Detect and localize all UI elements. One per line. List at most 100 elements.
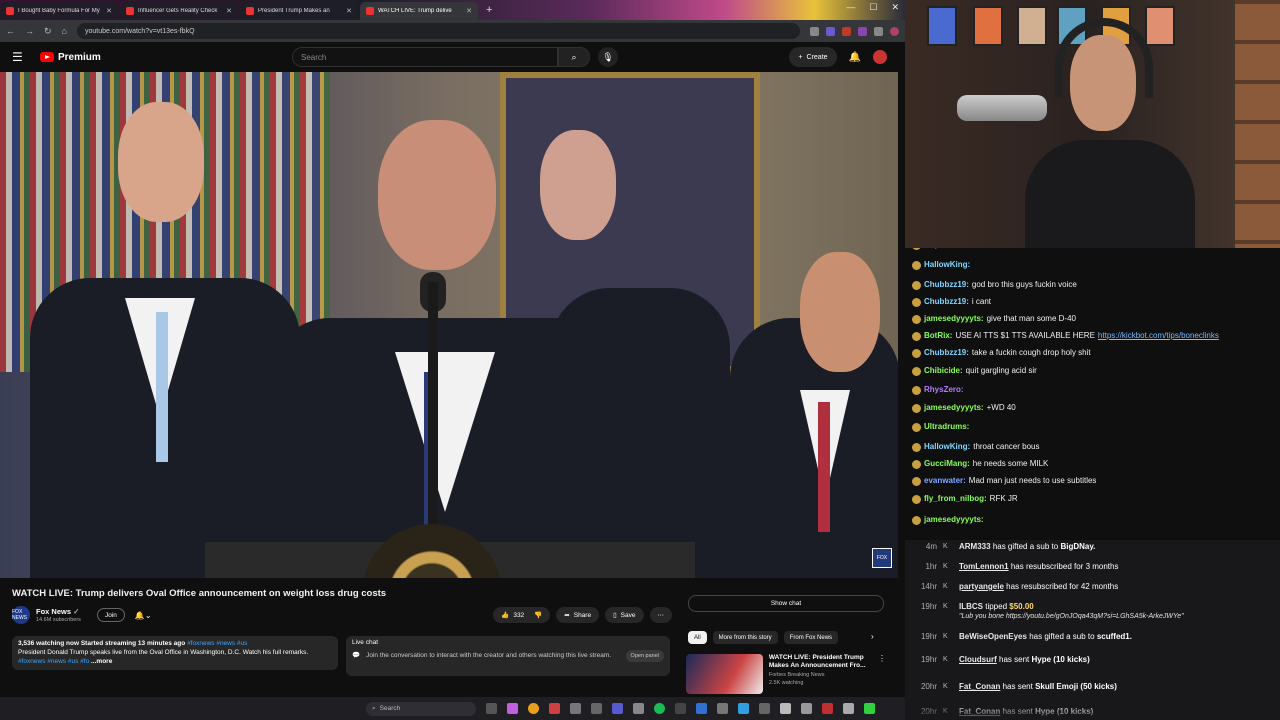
- chat-username[interactable]: RhysZero:: [924, 248, 964, 250]
- thumbs-down-icon[interactable]: 👎: [534, 611, 542, 619]
- show-more-link[interactable]: ...more: [91, 658, 112, 665]
- app-icon[interactable]: [801, 703, 812, 714]
- chat-username[interactable]: GucciMang:: [924, 459, 970, 469]
- app-icon[interactable]: [570, 703, 581, 714]
- notifications-bell-icon[interactable]: 🔔: [849, 52, 861, 63]
- recommended-thumbnail[interactable]: [686, 654, 763, 694]
- show-chat-button[interactable]: Show chat: [688, 595, 884, 612]
- activity-user[interactable]: ILBCS: [959, 602, 983, 611]
- recommended-title[interactable]: WATCH LIVE: President Trump Makes An Ann…: [769, 654, 872, 670]
- app-icon[interactable]: [759, 703, 770, 714]
- chat-username[interactable]: jamesedyyyyts:: [924, 403, 984, 413]
- app-icon[interactable]: [612, 703, 623, 714]
- activity-user[interactable]: Fat_Conan: [959, 682, 1000, 691]
- activity-user[interactable]: Cloudsurf: [959, 655, 997, 664]
- chat-username[interactable]: evanwater:: [924, 476, 966, 486]
- app-icon[interactable]: [633, 703, 644, 714]
- app-icon[interactable]: [507, 703, 518, 714]
- recommended-channel[interactable]: Forbes Breaking News: [769, 672, 872, 678]
- voice-search-button[interactable]: 🎙: [598, 47, 618, 67]
- chat-username[interactable]: Chubbzz19:: [924, 348, 969, 358]
- create-button[interactable]: + Create: [789, 47, 837, 67]
- kick-icon[interactable]: [864, 703, 875, 714]
- back-icon[interactable]: ←: [6, 26, 15, 36]
- save-button[interactable]: ▯ Save: [605, 607, 644, 623]
- taskbar-search[interactable]: ⌕ Search: [366, 701, 476, 716]
- menu-icon[interactable]: ☰: [12, 50, 36, 64]
- app-icon[interactable]: [591, 703, 602, 714]
- description-tags[interactable]: #foxnews #news #us #fo: [18, 658, 89, 665]
- new-tab-button[interactable]: +: [480, 4, 498, 16]
- account-avatar[interactable]: [873, 50, 887, 64]
- browser-tab[interactable]: Influencer Gets Reality Check ✕: [120, 2, 238, 20]
- activity-user[interactable]: TomLennon1: [959, 562, 1009, 571]
- app-icon[interactable]: [822, 703, 833, 714]
- app-icon[interactable]: [486, 703, 497, 714]
- browser-tab[interactable]: I Bought Baby Formula For My ✕: [0, 2, 118, 20]
- youtube-logo[interactable]: Premium: [40, 52, 101, 63]
- app-icon[interactable]: [738, 703, 749, 714]
- app-icon[interactable]: [843, 703, 854, 714]
- recommended-video[interactable]: WATCH LIVE: President Trump Makes An Ann…: [686, 654, 886, 694]
- chat-username[interactable]: BotRix:: [924, 331, 952, 341]
- channel-avatar[interactable]: FOX NEWS: [12, 606, 30, 624]
- chat-username[interactable]: Chibicide:: [924, 366, 963, 376]
- like-button[interactable]: 👍 332 👎: [493, 607, 551, 623]
- activity-user[interactable]: partyangele: [959, 582, 1004, 591]
- chat-username[interactable]: Chubbzz19:: [924, 280, 969, 290]
- chat-username[interactable]: Ultradrums:: [924, 422, 969, 432]
- minimize-icon[interactable]: —: [846, 2, 855, 13]
- share-button[interactable]: ➦ Share: [556, 607, 600, 623]
- close-icon[interactable]: ✕: [226, 7, 232, 15]
- chrome-icon[interactable]: [528, 703, 539, 714]
- activity-user[interactable]: BeWiseOpenEyes: [959, 632, 1027, 641]
- chat-username[interactable]: RhysZero:: [924, 385, 964, 395]
- chat-username[interactable]: fly_from_nilbog:: [924, 494, 987, 504]
- chip-all[interactable]: All: [688, 631, 707, 644]
- extension-icon[interactable]: [826, 26, 835, 36]
- activity-user[interactable]: ARM333: [959, 542, 991, 551]
- search-input[interactable]: Search: [292, 47, 558, 67]
- home-icon[interactable]: ⌂: [62, 26, 67, 36]
- browser-tab[interactable]: President Trump Makes an ✕: [240, 2, 358, 20]
- extension-icon[interactable]: [842, 26, 851, 36]
- app-icon[interactable]: [717, 703, 728, 714]
- close-icon[interactable]: ✕: [466, 7, 472, 15]
- browser-tab-active[interactable]: WATCH LIVE: Trump delive ✕: [360, 2, 478, 20]
- reload-icon[interactable]: ↻: [44, 26, 52, 37]
- chevron-right-icon[interactable]: ›: [871, 632, 874, 641]
- chat-username[interactable]: Chubbzz19:: [924, 297, 969, 307]
- description-box[interactable]: 3,536 watching now Started streaming 13 …: [12, 636, 338, 670]
- chat-username[interactable]: HallowKing:: [924, 442, 970, 452]
- chat-username[interactable]: jamesedyyyyts:: [924, 515, 984, 525]
- app-icon[interactable]: [696, 703, 707, 714]
- close-icon[interactable]: ✕: [106, 7, 112, 15]
- profile-icon[interactable]: [890, 26, 899, 36]
- search-button[interactable]: ⌕: [558, 47, 590, 67]
- chip-from-fox-news[interactable]: From Fox News: [783, 631, 839, 644]
- extension-icon[interactable]: [810, 26, 819, 36]
- app-icon[interactable]: [675, 703, 686, 714]
- close-icon[interactable]: ✕: [346, 7, 352, 15]
- video-player[interactable]: FOX: [0, 72, 898, 578]
- app-icon[interactable]: [780, 703, 791, 714]
- extension-icon[interactable]: [858, 26, 867, 36]
- more-actions-button[interactable]: ⋯: [649, 607, 672, 623]
- subscribe-bell-icon[interactable]: 🔔⌄: [135, 611, 152, 620]
- extension-icon[interactable]: [874, 26, 883, 36]
- spotify-icon[interactable]: [654, 703, 665, 714]
- chat-link[interactable]: https://kickbot.com/tips/boneclinks: [1098, 331, 1219, 341]
- app-icon[interactable]: [549, 703, 560, 714]
- close-window-icon[interactable]: ✕: [891, 2, 899, 13]
- join-button[interactable]: Join: [96, 608, 125, 622]
- chat-username[interactable]: HallowKing:: [924, 260, 970, 270]
- maximize-icon[interactable]: ☐: [869, 2, 877, 13]
- kebab-menu-icon[interactable]: ⋮: [878, 654, 886, 694]
- chat-username[interactable]: jamesedyyyyts:: [924, 314, 984, 324]
- open-panel-button[interactable]: Open panel: [625, 650, 664, 662]
- forward-icon[interactable]: →: [25, 26, 34, 36]
- url-field[interactable]: youtube.com/watch?v=vt13es-fbkQ: [76, 23, 800, 39]
- description-meta-tags[interactable]: #foxnews #news #us: [187, 640, 247, 647]
- chip-more-from-story[interactable]: More from this story: [712, 631, 778, 644]
- channel-name[interactable]: Fox News ✓: [36, 607, 81, 616]
